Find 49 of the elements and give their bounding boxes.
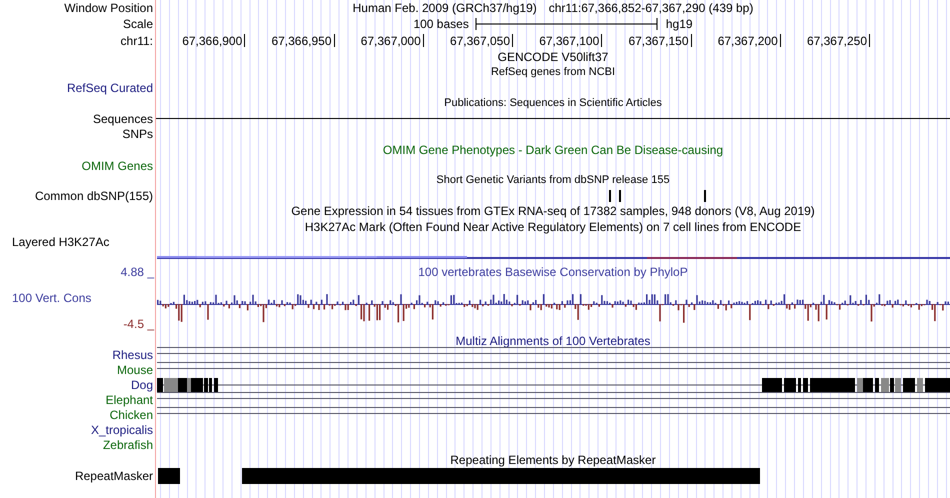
track-label: 100 Vert. Cons [12,292,92,304]
track-title: OMIM Gene Phenotypes - Dark Green Can Be Disease-causing [382,144,724,156]
assembly-name: hg19 [666,18,693,30]
tick-mark [244,34,246,47]
ruler-position: 67,367,000 [360,34,421,46]
track-title: Short Genetic Variants from dbSNP release 155 [436,175,670,186]
ruler-position: 67,367,100 [539,34,600,46]
tick-mark [512,34,513,47]
assembly-name: Human Feb. 2009 (GRCh37/hg19) [352,2,537,14]
track-title: Publications: Sequences in Scientific Articles [444,98,662,109]
track-title: Multiz Alignments of 100 Vertebrates [456,334,650,346]
tick-mark [780,34,781,47]
species-label: Dog [130,378,153,390]
species-label: Zebrafish [102,438,153,450]
species-label: Elephant [106,394,153,406]
tick-mark [869,34,870,47]
ruler-position: 67,366,950 [271,34,332,46]
track-label: Common dbSNP(155) [34,190,153,202]
track-title: Repeating Elements by RepeatMasker [450,454,656,466]
tick-mark [422,34,424,47]
track-title: 100 vertebrates Basewise Conservation by PhyloP [418,266,688,278]
track-title: RefSeq genes from NCBI [490,67,616,78]
row-label: Window Position [64,2,153,14]
ruler-position: 67,367,250 [806,34,867,46]
row-label: Scale [122,18,153,30]
species-label: Chicken [110,408,153,420]
track-label: RepeatMasker [74,470,153,482]
track-label: Layered H3K27Ac [12,236,110,248]
track-title: GENCODE V50lift37 [498,51,608,63]
track-label: OMIM Genes [82,160,153,172]
track-label: SNPs [122,128,153,140]
species-label: Mouse [116,364,153,376]
row-label: chr11: [120,34,153,46]
scale-length: 100 bases [413,18,469,30]
ruler-position: 67,367,050 [450,34,510,46]
species-label: X_tropicalis [90,424,153,436]
position-range: chr11:67,366,852-67,367,290 (439 bp) [548,2,754,14]
track-title: Gene Expression in 54 tissues from GTEx RNA-seq of 17382 samples, 948 donors (V8, Aug 2019) [291,205,815,217]
track-label: RefSeq Curated [66,82,153,94]
ruler-position: 67,367,150 [628,34,688,46]
species-label: Rhesus [112,348,153,360]
tick-mark [601,34,602,47]
tick-mark [690,34,692,47]
axis-value: 4.88 _ [120,266,154,278]
track-title: H3K27Ac Mark (Often Found Near Active Regulatory Elements) on 7 cell lines from ENCODE [304,221,802,233]
ruler-position: 67,366,900 [182,34,242,46]
track-label: Sequences [92,112,153,124]
ruler-position: 67,367,200 [718,34,778,46]
axis-value: -4.5 _ [123,318,154,330]
